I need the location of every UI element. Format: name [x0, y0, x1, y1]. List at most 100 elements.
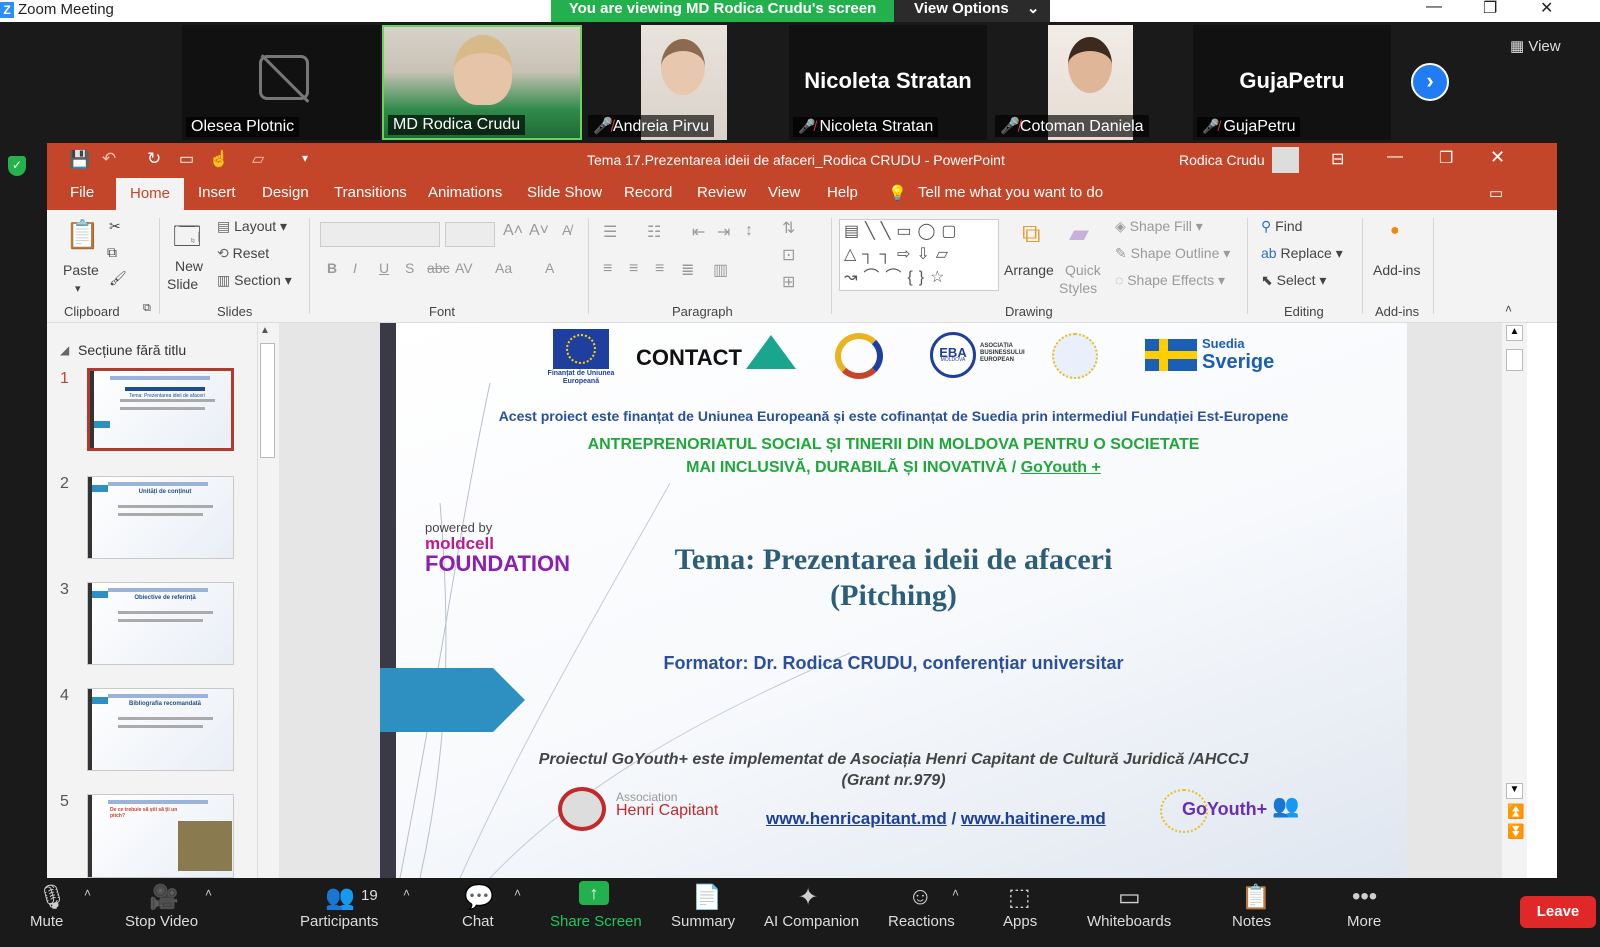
notes-icon[interactable]: 📋 — [1241, 883, 1271, 912]
reactions-icon[interactable]: ☺ — [908, 883, 933, 911]
share-screen-icon[interactable]: ↑ — [579, 881, 609, 905]
layout-button[interactable]: ▤ Layout ▾ — [217, 218, 287, 235]
slide-canvas[interactable]: Finanțat de Uniunea Europeană CONTACT EB… — [380, 323, 1407, 878]
participants-options-caret[interactable]: ˄ — [403, 886, 410, 900]
tab-view[interactable]: View — [768, 184, 800, 201]
ai-companion-button[interactable]: AI Companion — [764, 913, 859, 930]
char-spacing-icon[interactable]: AV — [455, 260, 473, 276]
italic-icon[interactable]: I — [353, 260, 357, 276]
stop-video-button[interactable]: Stop Video — [125, 913, 198, 930]
shape-icon[interactable]: ▱ — [252, 149, 264, 169]
present-icon[interactable]: ▭ — [179, 149, 194, 169]
save-icon[interactable]: 💾 — [69, 150, 90, 170]
quick-styles-label-2[interactable]: Styles — [1059, 280, 1097, 296]
touch-mode-icon[interactable]: ☝ — [209, 149, 229, 169]
columns-icon[interactable]: ▥ — [713, 260, 728, 280]
haitinere-link[interactable]: www.haitinere.md — [961, 809, 1106, 828]
section-title[interactable]: Secțiune fără titlu — [78, 342, 186, 358]
font-size-select[interactable] — [445, 222, 495, 247]
summary-button[interactable]: Summary — [671, 913, 735, 930]
scrollbar-thumb[interactable] — [1506, 349, 1523, 371]
next-page-arrow-icon[interactable]: › — [1411, 63, 1449, 101]
whiteboards-button[interactable]: Whiteboards — [1087, 913, 1171, 930]
ai-companion-icon[interactable]: ✦ — [798, 883, 818, 912]
slide-thumbnail-2[interactable]: Unități de conținut — [87, 476, 234, 559]
add-ins-icon[interactable]: ● — [1390, 222, 1400, 240]
collapse-ribbon-icon[interactable]: ˄ — [1505, 302, 1512, 316]
font-family-select[interactable] — [320, 222, 440, 247]
line-spacing-icon[interactable]: ↕ — [745, 222, 753, 240]
tab-help[interactable]: Help — [827, 184, 858, 201]
video-options-caret[interactable]: ˄ — [205, 886, 212, 900]
minimize-icon[interactable]: — — [1387, 148, 1403, 166]
chat-icon[interactable]: 💬 — [464, 883, 494, 912]
paste-icon[interactable]: 📋 — [65, 218, 100, 251]
decrease-indent-icon[interactable]: ⇤ — [692, 222, 705, 242]
align-text-icon[interactable]: ⊡ — [782, 245, 795, 265]
align-right-icon[interactable]: ≡ — [655, 260, 664, 278]
video-tile-1[interactable]: Olesea Plotnic — [182, 25, 380, 140]
previous-slide-icon[interactable]: ⏫ — [1507, 803, 1524, 820]
video-camera-icon[interactable]: 🎥 — [149, 883, 179, 912]
shape-outline-button[interactable]: ✎ Shape Outline ▾ — [1115, 245, 1230, 262]
close-icon[interactable]: ✕ — [1490, 147, 1505, 168]
tab-file[interactable]: File — [70, 184, 94, 201]
microphone-icon[interactable]: 🎙 — [37, 883, 67, 912]
user-name[interactable]: Rodica Crudu — [1179, 152, 1265, 168]
arrange-icon[interactable]: ⧉ — [1022, 218, 1041, 250]
leave-button[interactable]: Leave — [1520, 896, 1596, 928]
cut-icon[interactable]: ✂ — [109, 218, 121, 235]
undo-icon[interactable]: ↶ — [102, 149, 116, 169]
tab-record[interactable]: Record — [624, 184, 672, 201]
add-ins-button[interactable]: Add-ins — [1373, 262, 1420, 278]
underline-icon[interactable]: U — [379, 260, 389, 276]
gallery-view-button[interactable]: ▦ View — [1510, 37, 1561, 55]
restore-icon[interactable]: ❐ — [1439, 148, 1453, 168]
section-button[interactable]: ▥ Section ▾ — [217, 272, 292, 289]
goyouth-link[interactable]: GoYouth + — [1021, 459, 1101, 476]
slide-thumbnail-3[interactable]: Obiective de referință — [87, 582, 234, 665]
strikethrough-icon[interactable]: abc — [427, 260, 450, 276]
numbering-icon[interactable]: ☷ — [647, 222, 661, 242]
audio-options-caret[interactable]: ˄ — [84, 886, 91, 900]
slide-thumbnail-4[interactable]: Bibliografia recomandată — [87, 688, 234, 771]
tab-review[interactable]: Review — [697, 184, 746, 201]
tab-design[interactable]: Design — [262, 184, 309, 201]
smartart-icon[interactable]: ⊞ — [782, 272, 795, 292]
slide-thumbnail-5[interactable]: De ce trebuie să știi să ții un pitch? — [87, 794, 234, 878]
tab-home[interactable]: Home — [116, 178, 185, 210]
reset-button[interactable]: ⟲ Reset — [217, 245, 269, 262]
comments-icon[interactable]: ▭ — [1489, 184, 1503, 202]
new-slide-label-1[interactable]: New — [175, 258, 203, 274]
video-tile-6[interactable]: GujaPetru 🎤̸ GujaPetru — [1193, 25, 1391, 140]
change-case-icon[interactable]: Aa — [495, 260, 512, 276]
format-painter-icon[interactable]: 🖌 — [109, 270, 127, 287]
participants-icon[interactable]: 👥 — [325, 883, 355, 912]
minimize-icon[interactable]: — — [1426, 0, 1442, 16]
new-slide-label-2[interactable]: Slide — [167, 276, 198, 292]
video-tile-2[interactable]: MD Rodica Crudu — [382, 25, 582, 140]
shape-effects-button[interactable]: ◌ Shape Effects ▾ — [1115, 272, 1225, 289]
shape-fill-button[interactable]: ◈ Shape Fill ▾ — [1115, 218, 1203, 235]
collapse-section-icon[interactable]: ◢ — [60, 343, 69, 357]
arrange-button[interactable]: Arrange — [1004, 262, 1054, 278]
new-slide-icon[interactable]: 🗔 — [173, 218, 201, 262]
apps-icon[interactable]: ⬚ — [1008, 883, 1031, 912]
summary-icon[interactable]: 📄 — [692, 883, 722, 912]
reactions-options-caret[interactable]: ˄ — [952, 886, 959, 900]
slide-thumbnail-1[interactable]: Tema: Prezentarea ideii de afaceri — [87, 368, 234, 451]
redo-icon[interactable]: ↻ — [147, 149, 161, 169]
whiteboard-icon[interactable]: ▭ — [1118, 883, 1141, 912]
text-direction-icon[interactable]: ⇅ — [782, 218, 795, 238]
next-slide-icon[interactable]: ⏬ — [1507, 823, 1524, 840]
avatar[interactable] — [1272, 147, 1299, 173]
tab-transitions[interactable]: Transitions — [334, 184, 407, 201]
justify-icon[interactable]: ≣ — [681, 260, 694, 280]
view-options-button[interactable]: View Options ⌄ — [894, 0, 1050, 22]
clear-format-icon[interactable]: A̸ — [562, 222, 571, 238]
ribbon-display-icon[interactable]: ⊟ — [1331, 149, 1344, 169]
share-screen-button[interactable]: Share Screen — [550, 913, 642, 930]
copy-icon[interactable]: ⧉ — [107, 244, 117, 261]
participants-button[interactable]: Participants — [300, 913, 378, 930]
notes-button[interactable]: Notes — [1232, 913, 1271, 930]
